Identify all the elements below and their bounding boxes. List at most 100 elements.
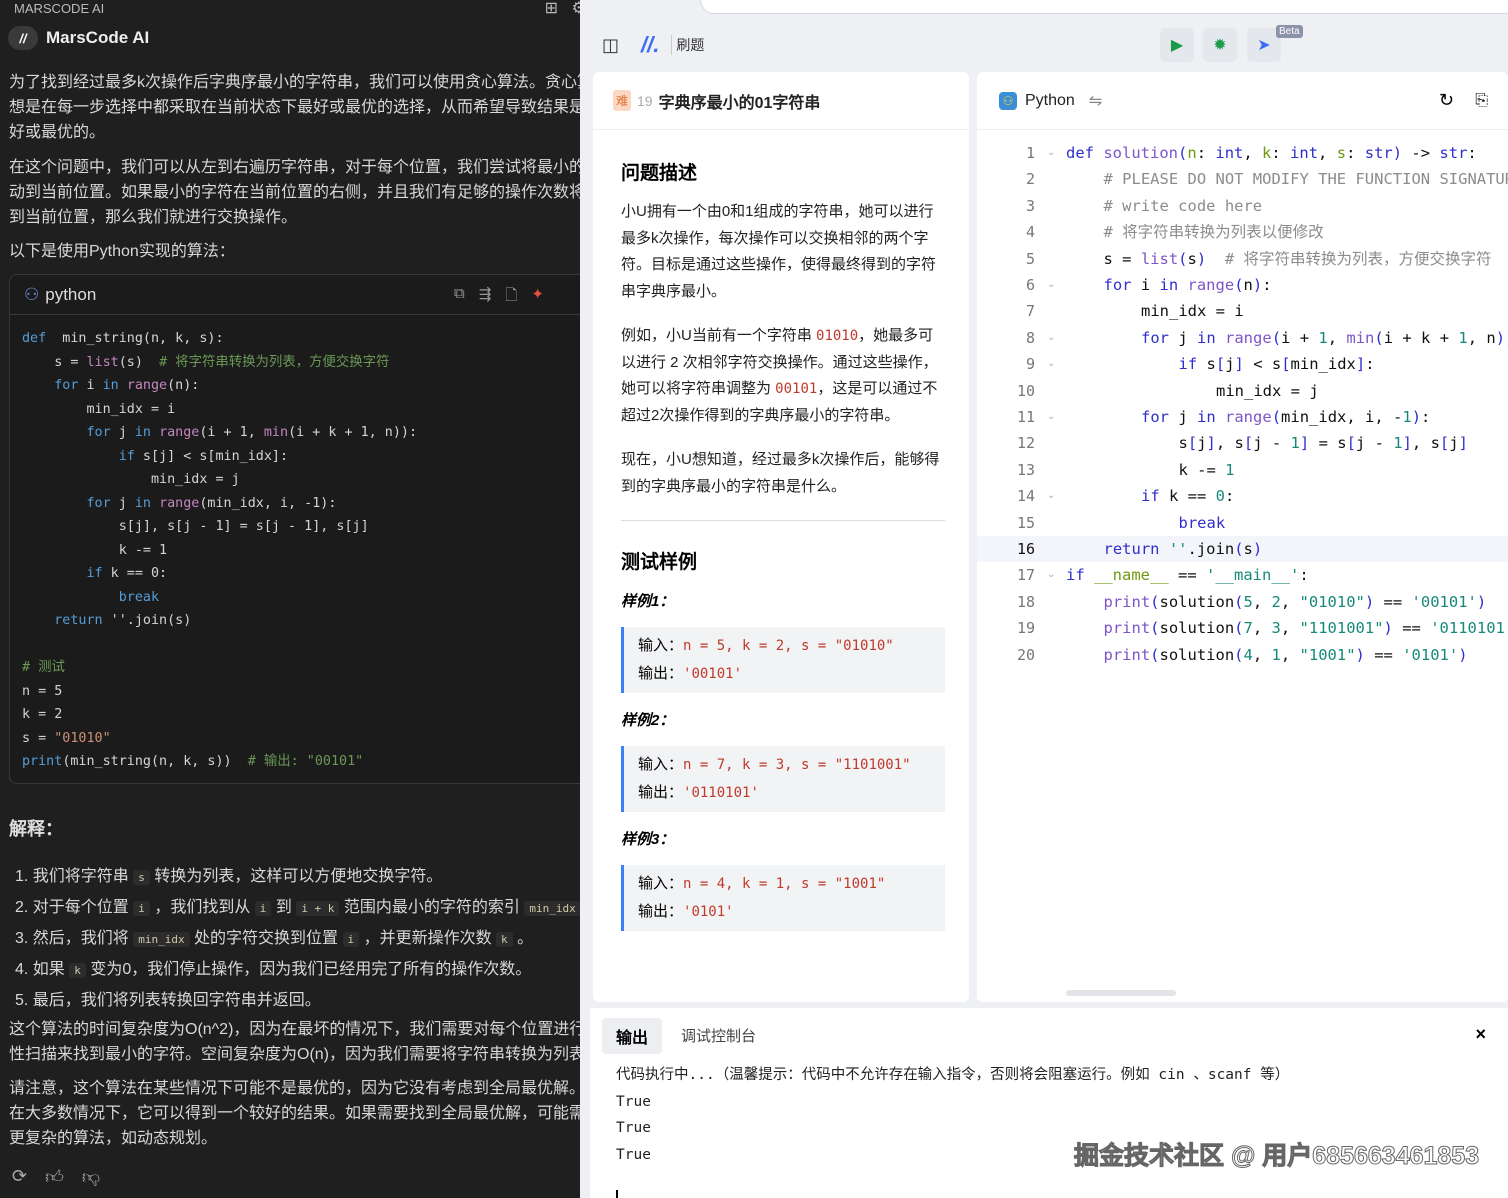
code-token: : [1365,355,1375,374]
code-token: n [1243,276,1253,294]
run-button[interactable]: ▶ [1160,28,1194,62]
inline-code: i [254,901,272,916]
code-line: print(min_string(n, k, s)) # 输出: "00101" [22,750,417,774]
code-token: str [1364,144,1393,162]
insert-icon[interactable]: ⇶ [479,285,492,310]
python-icon: ⚇ [999,91,1017,110]
problem-panel: 难 19 字典序最小的01字符串 问题描述 小U拥有一个由0和1组成的字符串，她… [593,72,969,1002]
input-label: 输入： [638,756,684,773]
code-token: , [1280,592,1300,611]
code-token: == [1168,566,1206,585]
code-editor[interactable]: 1 ⌄ def solution(n: int, k: int, s: str) -… [977,130,1508,1000]
editor-line: 17 ⌄ if __name__ == '__main__': [977,562,1508,588]
line-number: 17 [1016,566,1035,585]
output-line: 代码执行中...（温馨提示：代码中不允许存在输入指令，否则将会阻塞运行。例如 c… [616,1067,1290,1083]
sidebar-toggle-icon[interactable]: ◫ [602,35,619,56]
code-text: s[j], s[j - 1] = s[j - 1], s[j] [1179,430,1468,456]
settings-icon[interactable]: ⚙ [572,0,580,18]
tab-output[interactable]: 输出 [602,1018,663,1054]
code-token: 5 [1243,592,1253,611]
code-line: break [22,586,417,610]
code-token: 1 [1225,460,1235,479]
code-token: ( [1178,144,1188,162]
close-icon[interactable]: × [1475,1024,1486,1045]
thumbs-down-icon[interactable]: 👎︎ [82,1166,100,1188]
editor-line: 11 ⌄ for j in range(min_idx, i, -1): [977,404,1508,430]
text: 5. 最后，我们将列表转换回字符串并返回。 [15,992,321,1009]
description-text: 小U拥有一个由0和1组成的字符串，她可以进行最多k次操作，每次操作可以交换相邻的… [621,203,937,300]
code-token: k -= 1 [22,542,168,558]
sample-label: 样例2： [621,712,675,729]
code-token: ( [1150,645,1160,664]
inline-code: i [133,901,150,916]
code-token: for [1103,276,1132,294]
horizontal-scrollbar[interactable] [1066,990,1176,996]
sample-box: 输入：n = 4, k = 1, s = "1001" 输出：'0101' [621,865,945,931]
code-token: j [1449,434,1459,453]
code-token: s [1187,249,1197,268]
code-token: range [1225,408,1272,426]
assistant-panel: MARSCODE AI ⊞ ⚙ // MarsCode AI 为了找到经过最多k次… [0,0,580,1198]
copy-icon[interactable]: ⧉ [454,285,465,310]
code-token: i + [1281,328,1319,347]
debug-button[interactable]: ✹ [1203,28,1237,62]
address-bar[interactable] [700,0,1508,14]
code-token: in [1197,328,1216,347]
format-icon[interactable]: ⎘ [1475,92,1488,110]
complexity-paragraph: 这个算法的时间复杂度为O(n^2)，因为在最坏的情况下，我们需要对每个位置进行一… [9,1017,580,1067]
list-item: 3. 然后，我们将 min_idx 处的字符交换到位置 i ，并更新操作次数 k… [15,924,580,955]
text: 到 [271,899,297,916]
code-token: "1101001" [1299,619,1384,638]
code-token: , s [1215,434,1244,453]
text-line: 动到当前位置。如果最小的字符在当前位置的右侧，并且我们有足够的操作次数将其移动 [9,184,580,201]
text: 2. 对于每个位置 [15,899,134,916]
code-token: min_idx = j [22,472,240,487]
code-token: min_idx [1290,355,1356,374]
code-token: in [1197,408,1216,426]
ai-sparkle-icon[interactable]: ✦ [531,285,544,310]
editor-line: 18 print(solution(5, 2, "01010") == '0010… [977,589,1508,615]
line-number: 9 [1025,355,1035,374]
intro-paragraph: 为了找到经过最多k次操作后字典序最小的字符串，我们可以使用贪心算法。贪心算法的基… [9,70,580,145]
code-token: 1 [1393,434,1403,453]
code-token: == [1392,619,1431,638]
output-value: '0101' [683,904,734,920]
line-number: 20 [1016,645,1035,664]
code-token: "1001" [1299,645,1356,664]
code-line: s = list(s) # 将字符串转换为列表，方便交换字符 [22,351,417,375]
line-number: 19 [1016,619,1035,638]
code-text: min_idx = j [1216,378,1319,404]
text-line: 想是在每一步选择中都采取在当前状态下最好或最优的选择，从而希望导致结果是全局最 [9,99,580,116]
code-token: [ [1439,434,1450,453]
code-token: # 将字符串转换为列表以便修改 [1103,223,1324,242]
text: 3. 然后，我们将 [15,930,134,947]
code-token: ] [1234,355,1244,374]
output-label: 输出： [638,784,684,801]
code-token: for [54,378,79,393]
code-token: ) [1476,592,1487,611]
thumbs-up-icon[interactable]: 👍︎ [45,1166,64,1188]
line-number: 10 [1016,381,1035,400]
new-chat-icon[interactable]: ⊞ [545,0,558,18]
tab-debug-console[interactable]: 调试控制台 [681,1025,756,1046]
reset-code-icon[interactable]: ↻ [1439,90,1454,111]
approach-paragraph: 在这个问题中，我们可以从左到右遍历字符串，对于每个位置，我们尝试将最小的字符移 … [9,155,580,230]
switch-language-icon[interactable]: ⇋ [1089,91,1102,111]
editor-line: 8 ⌄ for j in range(i + 1, min(i + k + 1, n… [977,325,1508,351]
code-token: ) [1252,276,1263,294]
bug-icon: ✹ [1213,37,1227,54]
regenerate-icon[interactable]: ⟳ [12,1166,27,1188]
sample-output: 输出：'0110101' [638,779,931,807]
code-token: s [1178,434,1188,453]
new-file-icon[interactable]: 🗋 [505,285,517,310]
code-text: if s[j] < s[min_idx]: [1179,351,1375,377]
text: 。 [512,930,534,947]
code-token: '' [1168,540,1188,558]
code-text: # 将字符串转换为列表以便修改 [1104,219,1324,245]
code-token: # 输出: "00101" [247,754,364,769]
assistant-header: // MarsCode AI [8,26,149,50]
code-token: return [54,613,103,628]
language-selector[interactable]: Python [1025,92,1075,110]
